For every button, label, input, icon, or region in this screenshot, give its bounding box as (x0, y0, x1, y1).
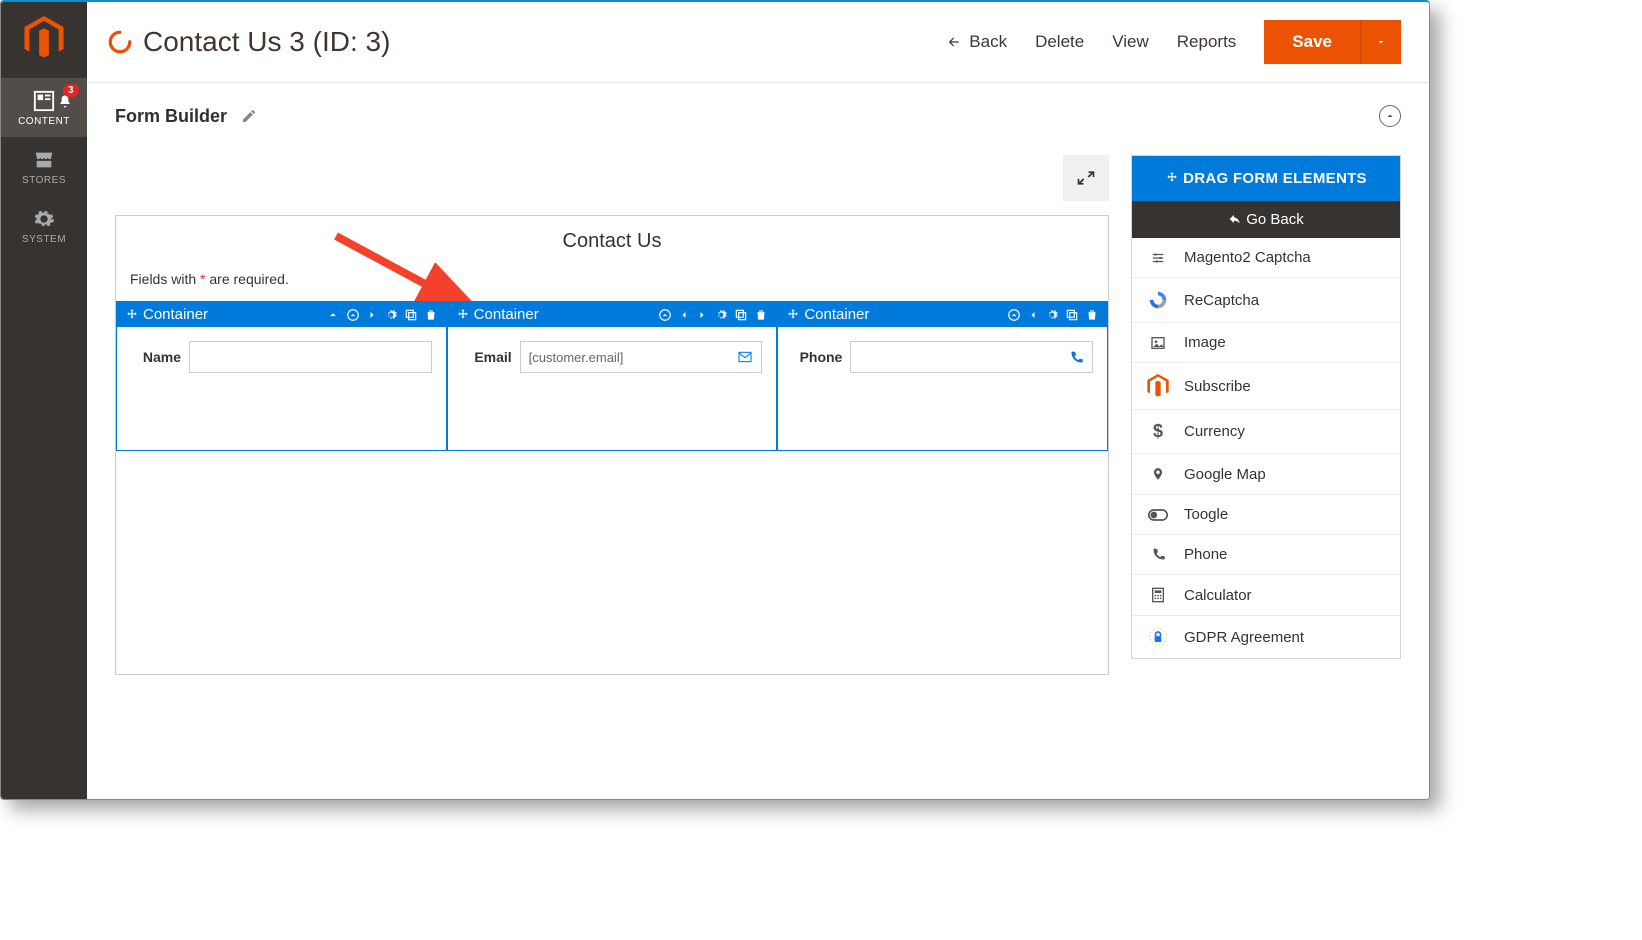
gear-icon (33, 208, 55, 230)
move-icon (786, 308, 800, 322)
envelope-icon (737, 349, 753, 365)
chevron-right-icon[interactable] (696, 308, 708, 322)
palette-item-phone[interactable]: Phone (1132, 534, 1400, 574)
page-header: Contact Us 3 (ID: 3) Back Delete View Re… (87, 2, 1429, 83)
chevron-up-icon[interactable] (326, 308, 340, 322)
form-canvas: Contact Us Fields with * are required. C… (115, 215, 1109, 675)
section-collapse-toggle[interactable] (1379, 105, 1401, 127)
reports-button[interactable]: Reports (1177, 32, 1237, 52)
pencil-icon[interactable] (241, 108, 257, 124)
copy-icon[interactable] (404, 308, 418, 322)
arrow-left-icon (945, 35, 963, 49)
chevron-left-icon[interactable] (678, 308, 690, 322)
image-icon (1149, 335, 1167, 351)
magento-icon (1147, 374, 1169, 398)
copy-icon[interactable] (734, 308, 748, 322)
spinner-icon (107, 29, 133, 55)
palette-item-recaptcha[interactable]: ReCaptcha (1132, 277, 1400, 322)
sidebar-label-stores: STORES (22, 175, 66, 186)
field-label-email: Email (462, 349, 512, 365)
delete-button[interactable]: Delete (1035, 32, 1084, 52)
phone-icon (1069, 350, 1084, 365)
sidebar-label-system: SYSTEM (22, 234, 66, 245)
notification-badge: 3 (63, 84, 79, 97)
palette-item-toggle[interactable]: Toogle (1132, 494, 1400, 534)
sliders-icon (1149, 251, 1167, 265)
trash-icon[interactable] (754, 308, 768, 322)
chevron-right-icon[interactable] (366, 308, 378, 322)
field-label-name: Name (131, 349, 181, 365)
chevron-up-icon (1384, 110, 1396, 122)
admin-sidebar: CONTENT 3 STORES SYSTEM (1, 2, 87, 799)
palette-item-google-map[interactable]: Google Map (1132, 453, 1400, 494)
palette-item-calculator[interactable]: Calculator (1132, 574, 1400, 615)
section-title: Form Builder (115, 106, 227, 127)
element-palette: DRAG FORM ELEMENTS Go Back Magento2 Capt… (1131, 155, 1401, 659)
circle-chevron-icon[interactable] (658, 308, 672, 322)
dollar-icon: $ (1153, 421, 1163, 442)
move-icon (125, 308, 139, 322)
save-dropdown-toggle[interactable] (1360, 20, 1401, 64)
container-1[interactable]: Container (116, 301, 447, 451)
gear-icon[interactable] (714, 308, 728, 322)
gear-icon[interactable] (1045, 308, 1059, 322)
page-title: Contact Us 3 (ID: 3) (143, 26, 945, 58)
gear-icon[interactable] (384, 308, 398, 322)
form-title: Contact Us (116, 230, 1108, 253)
email-input[interactable]: [customer.email] (520, 341, 763, 373)
palette-item-magento-captcha[interactable]: Magento2 Captcha (1132, 238, 1400, 277)
expand-icon (1076, 168, 1096, 188)
view-button[interactable]: View (1112, 32, 1149, 52)
container-2[interactable]: Container (447, 301, 778, 451)
sidebar-label-content: CONTENT (18, 116, 70, 127)
sidebar-item-stores[interactable]: STORES (1, 137, 87, 196)
save-button[interactable]: Save (1264, 20, 1360, 64)
copy-icon[interactable] (1065, 308, 1079, 322)
palette-header: DRAG FORM ELEMENTS (1132, 156, 1400, 201)
trash-icon[interactable] (424, 308, 438, 322)
reply-icon (1228, 212, 1242, 226)
fullscreen-toggle[interactable] (1063, 155, 1109, 201)
required-note: Fields with * are required. (116, 271, 1108, 301)
phone-input[interactable] (850, 341, 1093, 373)
chevron-left-icon[interactable] (1027, 308, 1039, 322)
recaptcha-icon (1147, 289, 1169, 311)
phone-icon (1151, 547, 1166, 562)
calculator-icon (1150, 586, 1166, 604)
sidebar-item-content[interactable]: CONTENT 3 (1, 78, 87, 137)
gdpr-lock-icon (1148, 627, 1168, 647)
back-button[interactable]: Back (945, 32, 1007, 52)
trash-icon[interactable] (1085, 308, 1099, 322)
toggle-icon (1148, 508, 1168, 522)
container-3[interactable]: Container (777, 301, 1108, 451)
magento-logo-icon (22, 16, 66, 60)
palette-item-subscribe[interactable]: Subscribe (1132, 362, 1400, 409)
palette-item-gdpr[interactable]: GDPR Agreement (1132, 615, 1400, 658)
map-pin-icon (1151, 465, 1165, 483)
palette-item-image[interactable]: Image (1132, 322, 1400, 362)
field-label-phone: Phone (792, 349, 842, 365)
move-icon (1165, 171, 1179, 185)
name-input[interactable] (189, 341, 432, 373)
circle-chevron-icon[interactable] (346, 308, 360, 322)
stores-icon (33, 149, 55, 171)
sidebar-item-system[interactable]: SYSTEM (1, 196, 87, 255)
palette-item-currency[interactable]: $Currency (1132, 409, 1400, 453)
move-icon (456, 308, 470, 322)
caret-down-icon (1375, 36, 1387, 48)
circle-chevron-icon[interactable] (1007, 308, 1021, 322)
content-icon (33, 90, 55, 112)
main-area: Contact Us 3 (ID: 3) Back Delete View Re… (87, 2, 1429, 799)
palette-go-back[interactable]: Go Back (1132, 201, 1400, 238)
